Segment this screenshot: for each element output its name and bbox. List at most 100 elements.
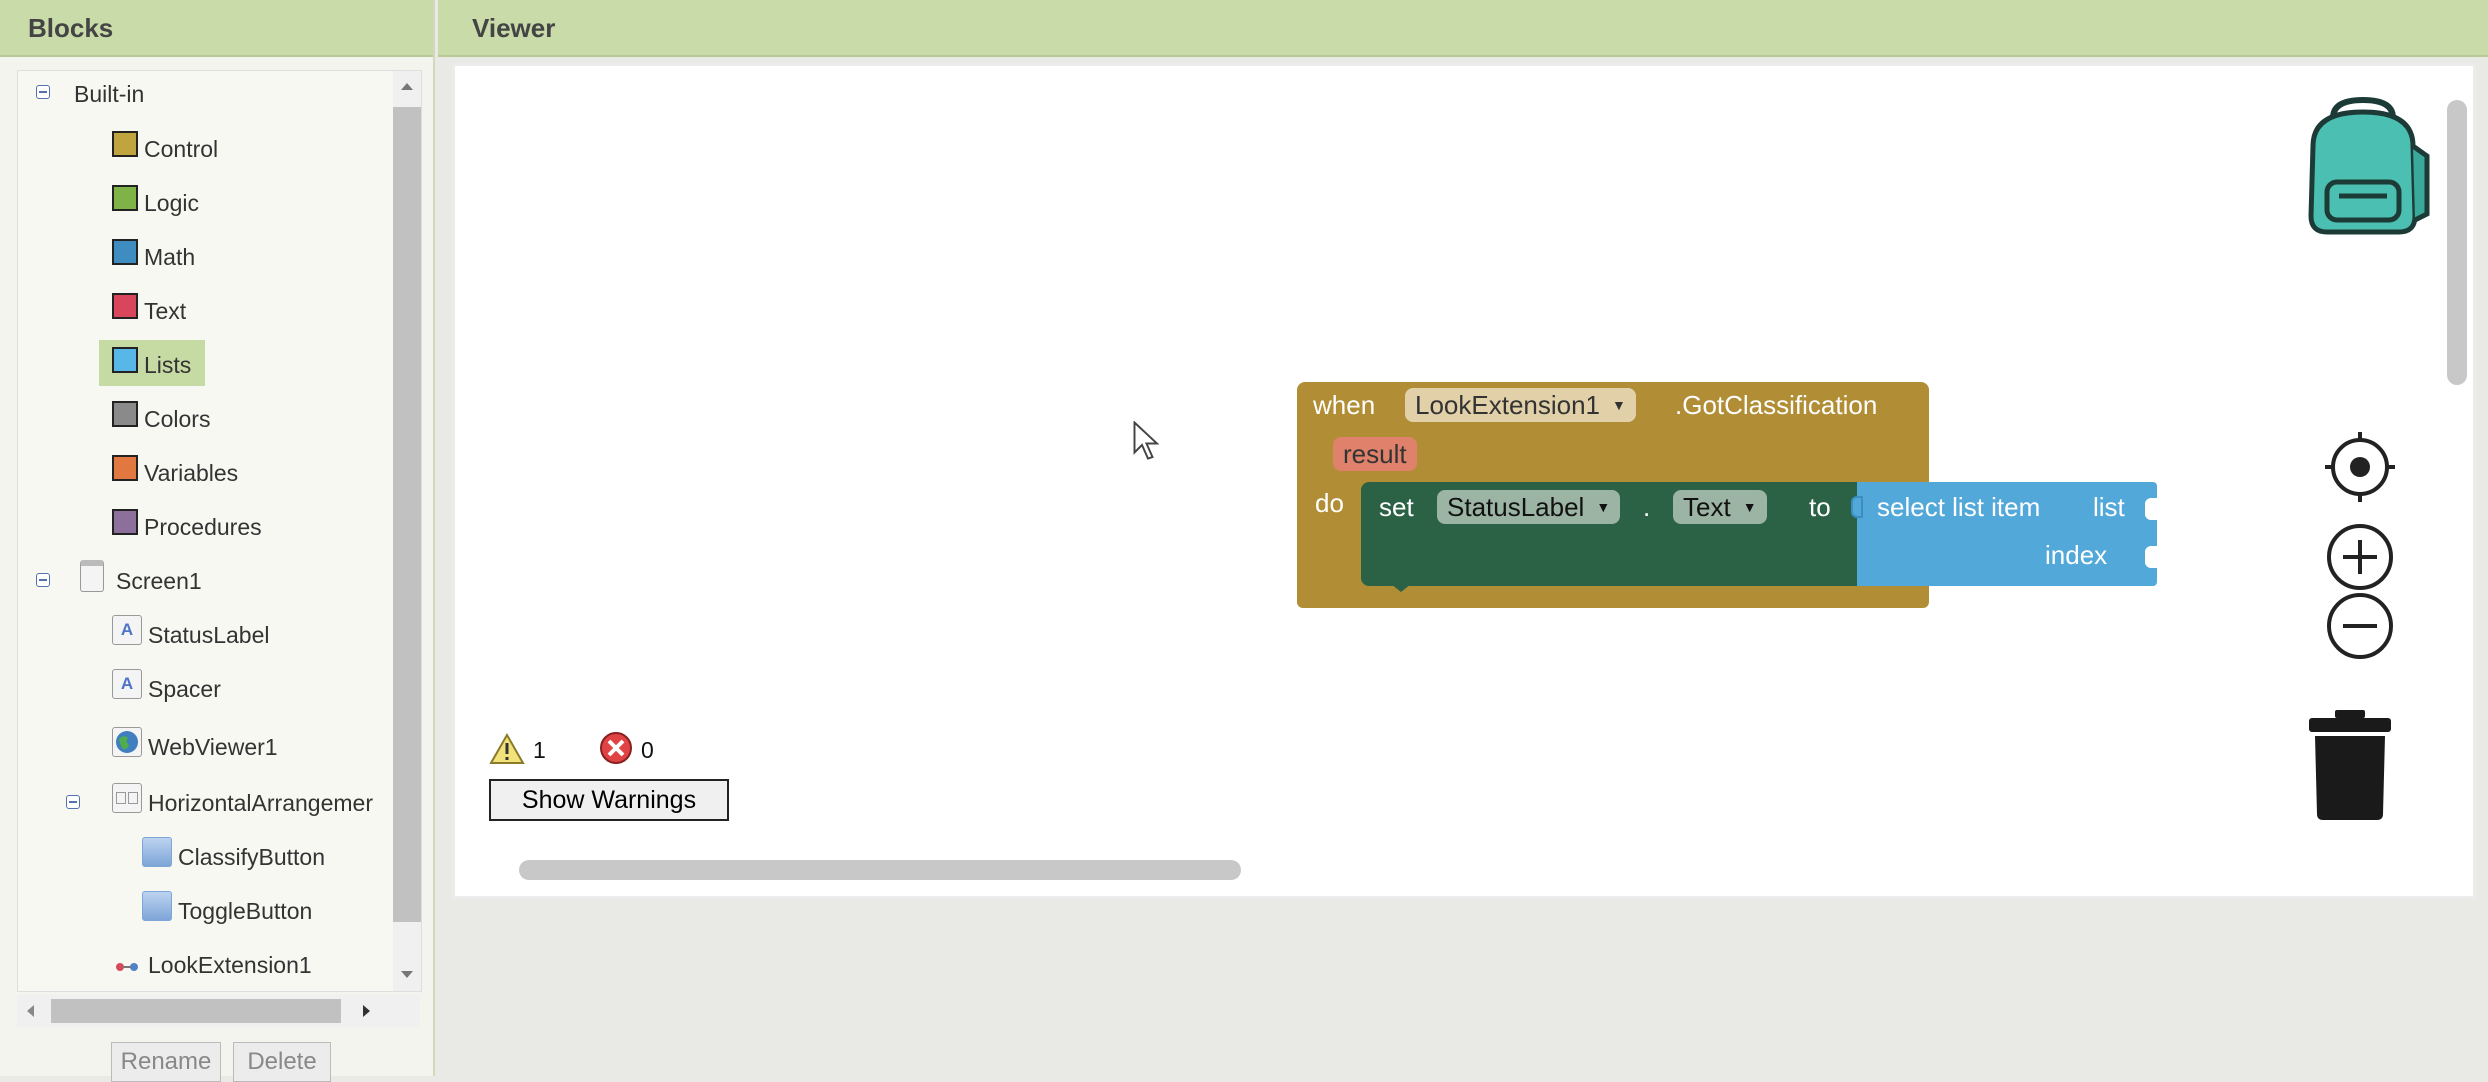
- screen-icon: [80, 560, 104, 592]
- extension-icon: [112, 951, 142, 971]
- target-tick-left: [2325, 465, 2335, 469]
- blocks-tree: Built-in Control Logic Math Text Lists C…: [17, 70, 422, 992]
- next-connector-notch: [1391, 584, 1411, 592]
- index-input-socket[interactable]: [2145, 546, 2157, 568]
- lists-color-icon: [112, 347, 138, 373]
- rename-button[interactable]: Rename: [111, 1042, 221, 1082]
- tree-item-lists[interactable]: Lists: [112, 345, 191, 385]
- backpack-icon[interactable]: [2293, 96, 2433, 238]
- viewer-header: Viewer: [438, 0, 2488, 57]
- set-property-dropdown[interactable]: Text ▼: [1673, 490, 1767, 524]
- tree-item-spacer[interactable]: A Spacer: [112, 669, 221, 709]
- label-icon: A: [112, 615, 142, 645]
- delete-button[interactable]: Delete: [233, 1042, 331, 1082]
- result-param[interactable]: result: [1333, 437, 1417, 471]
- tree-item-procedures[interactable]: Procedures: [112, 507, 262, 547]
- event-component-label: LookExtension1: [1415, 389, 1601, 420]
- tree-item-lookextension1[interactable]: LookExtension1: [112, 945, 312, 985]
- viewer-title: Viewer: [472, 13, 556, 43]
- set-component-label: StatusLabel: [1447, 491, 1585, 522]
- collapse-horizontal-arrangement-toggle[interactable]: [66, 795, 80, 809]
- tree-vertical-scrollbar[interactable]: [393, 71, 421, 991]
- list-input-label: list: [2093, 492, 2125, 522]
- result-param-label: result: [1343, 438, 1407, 469]
- scroll-up-arrow-icon[interactable]: [401, 83, 413, 90]
- warning-icon: [489, 733, 525, 764]
- zoom-in-button[interactable]: [2327, 524, 2393, 590]
- scroll-right-arrow-icon[interactable]: [363, 1005, 370, 1017]
- viewer-panel: Viewer when LookExtension1 ▼ .GotClassif…: [438, 0, 2488, 1076]
- tree-item-math[interactable]: Math: [112, 237, 195, 277]
- tree-item-variables[interactable]: Variables: [112, 453, 238, 493]
- blocks-panel: Blocks Built-in Control Logic Math Text …: [0, 0, 435, 1082]
- chevron-down-icon: ▼: [1612, 397, 1626, 413]
- tree-vertical-scroll-thumb[interactable]: [393, 107, 421, 922]
- button-icon: [142, 837, 172, 867]
- blocks-panel-header: Blocks: [0, 0, 433, 57]
- tree-item-control[interactable]: Control: [112, 129, 218, 169]
- button-icon: [142, 891, 172, 921]
- mouse-cursor-icon: [1133, 421, 1160, 460]
- math-color-icon: [112, 239, 138, 265]
- tree-item-horizontal-arrangement[interactable]: HorizontalArrangemer: [112, 783, 373, 823]
- tree-horizontal-scroll-thumb[interactable]: [51, 999, 341, 1023]
- tree-item-togglebutton[interactable]: ToggleButton: [142, 891, 312, 931]
- show-warnings-button[interactable]: Show Warnings: [489, 779, 729, 821]
- collapse-builtin-toggle[interactable]: [36, 85, 50, 99]
- trash-icon[interactable]: [2305, 708, 2395, 822]
- target-tick-right: [2385, 465, 2395, 469]
- workspace-horizontal-scrollbar[interactable]: [519, 860, 1241, 880]
- workspace-vertical-scrollbar[interactable]: [2447, 100, 2467, 385]
- collapse-screen1-toggle[interactable]: [36, 573, 50, 587]
- target-dot: [2350, 457, 2370, 477]
- variables-color-icon: [112, 455, 138, 481]
- tree-item-colors[interactable]: Colors: [112, 399, 210, 439]
- tree-item-webviewer1[interactable]: WebViewer1: [112, 727, 278, 767]
- plus-bar-v: [2358, 540, 2362, 574]
- output-plug: [1851, 496, 1863, 518]
- list-input-socket[interactable]: [2145, 498, 2157, 520]
- set-keyword: set: [1379, 492, 1414, 522]
- error-count: 0: [641, 737, 654, 763]
- when-keyword: when: [1313, 390, 1376, 420]
- set-statuslabel-text-block[interactable]: set StatusLabel ▼ . Text ▼ to: [1361, 482, 1865, 592]
- procedures-color-icon: [112, 509, 138, 535]
- arrangement-icon: [112, 783, 142, 813]
- warning-count: 1: [533, 737, 546, 763]
- text-color-icon: [112, 293, 138, 319]
- tree-item-screen1[interactable]: Screen1: [80, 560, 202, 601]
- control-color-icon: [112, 131, 138, 157]
- scroll-left-arrow-icon[interactable]: [27, 1005, 34, 1017]
- error-icon: [600, 732, 632, 764]
- tree-item-statuslabel[interactable]: A StatusLabel: [112, 615, 269, 655]
- target-tick-top: [2358, 432, 2362, 442]
- select-list-item-block[interactable]: select list item list index: [1851, 482, 2157, 586]
- target-tick-bottom: [2358, 492, 2362, 502]
- globe-icon: [112, 727, 142, 757]
- index-input-label: index: [2045, 540, 2108, 570]
- chevron-down-icon: ▼: [1742, 499, 1757, 515]
- label-icon: A: [112, 669, 142, 699]
- recenter-button[interactable]: [2325, 432, 2395, 502]
- tree-horizontal-scrollbar[interactable]: [17, 995, 420, 1027]
- dot-separator: .: [1643, 492, 1651, 522]
- blocks-panel-title: Blocks: [28, 13, 114, 43]
- do-keyword: do: [1315, 488, 1344, 518]
- select-list-item-label: select list item: [1877, 492, 2041, 522]
- logic-color-icon: [112, 185, 138, 211]
- set-component-dropdown[interactable]: StatusLabel ▼: [1437, 490, 1621, 524]
- scroll-down-arrow-icon[interactable]: [401, 971, 413, 978]
- tree-item-text[interactable]: Text: [112, 291, 186, 331]
- tree-item-classifybutton[interactable]: ClassifyButton: [142, 837, 325, 877]
- tree-item-builtin[interactable]: Built-in: [74, 74, 144, 114]
- tree-item-logic[interactable]: Logic: [112, 183, 199, 223]
- colors-color-icon: [112, 401, 138, 427]
- chevron-down-icon: ▼: [1596, 499, 1611, 515]
- to-keyword: to: [1809, 492, 1831, 522]
- blocks-workspace[interactable]: when LookExtension1 ▼ .GotClassification…: [452, 63, 2476, 899]
- event-name: .GotClassification: [1675, 390, 1878, 420]
- zoom-out-button[interactable]: [2327, 593, 2393, 659]
- event-component-dropdown[interactable]: LookExtension1 ▼: [1405, 388, 1636, 422]
- set-property-label: Text: [1683, 491, 1731, 522]
- minus-bar: [2343, 624, 2377, 628]
